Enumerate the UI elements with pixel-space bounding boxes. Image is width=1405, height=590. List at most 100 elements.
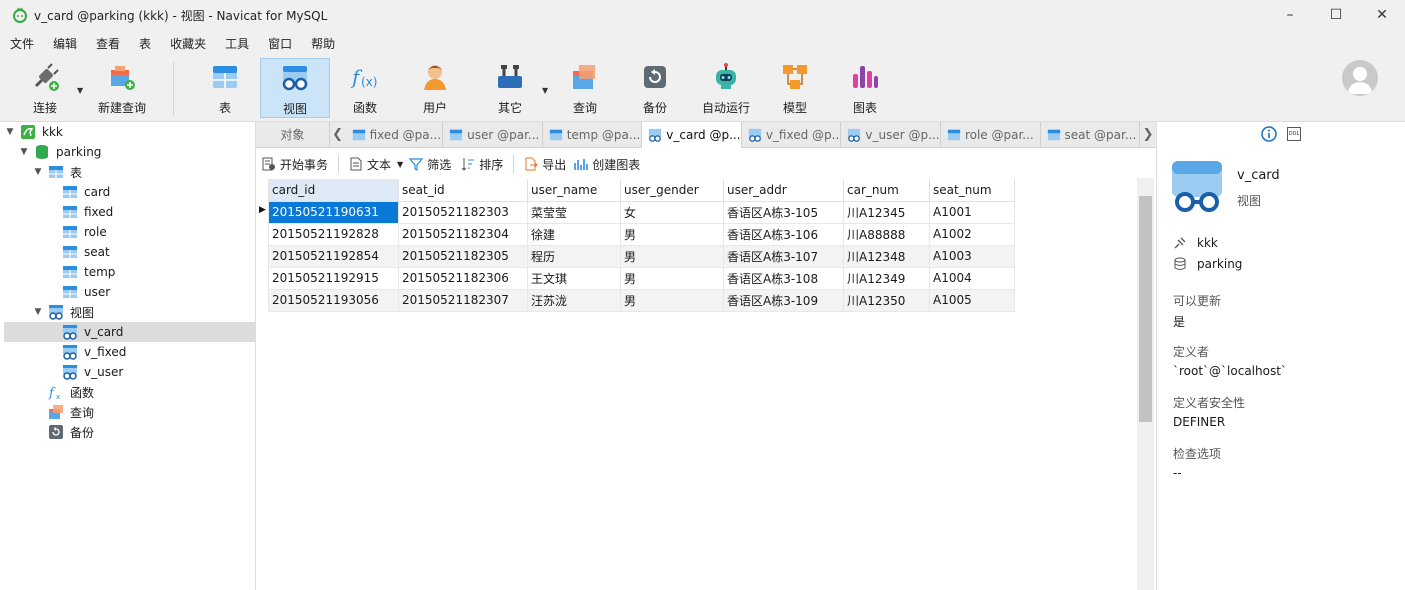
table-cell[interactable]: 川A12350 xyxy=(843,288,930,312)
table-cell[interactable]: 20150521190631 xyxy=(268,200,399,224)
table-cell[interactable]: 20150521182305 xyxy=(398,244,528,268)
table-row[interactable]: 20150521192854 20150521182305 程历 男 香语区A栋… xyxy=(268,244,1015,268)
scrollbar-thumb[interactable] xyxy=(1139,196,1152,422)
table-cell[interactable]: 菜莹莹 xyxy=(527,200,621,224)
user-avatar[interactable] xyxy=(1342,60,1378,96)
tab-scroll-left-icon[interactable]: ❮ xyxy=(330,122,346,148)
tab-user[interactable]: user @par... xyxy=(443,121,543,148)
tab-v-card[interactable]: v_card @p... xyxy=(642,121,742,148)
table-cell[interactable]: 20150521182303 xyxy=(398,200,528,224)
user-button[interactable]: 用户 xyxy=(410,58,460,118)
tree-view-v_user[interactable]: v_user xyxy=(62,362,123,382)
collapse-icon[interactable]: ▼ xyxy=(4,127,16,137)
menu-table[interactable]: 表 xyxy=(133,35,164,52)
tree-table-seat[interactable]: seat xyxy=(62,242,110,262)
connect-button[interactable]: 连接 xyxy=(18,58,72,118)
maximize-button[interactable]: ☐ xyxy=(1313,0,1359,30)
table-cell[interactable]: 男 xyxy=(620,222,724,246)
tab-objects[interactable]: 对象 xyxy=(256,121,330,148)
chart-button[interactable]: 图表 xyxy=(840,58,890,118)
other-button[interactable]: 其它 xyxy=(485,58,535,118)
table-cell[interactable]: 川A12345 xyxy=(843,200,930,224)
table-button[interactable]: 表 xyxy=(198,58,252,118)
table-cell[interactable]: 20150521182307 xyxy=(398,288,528,312)
tab-seat[interactable]: seat @par... xyxy=(1041,121,1141,148)
menu-file[interactable]: 文件 xyxy=(4,35,47,52)
text-dropdown-icon[interactable]: ▼ xyxy=(397,160,403,169)
begin-transaction-button[interactable]: 开始事务 xyxy=(262,156,328,173)
tab-v-user[interactable]: v_user @p... xyxy=(841,121,941,148)
table-cell[interactable]: 香语区A栋3-108 xyxy=(723,266,844,290)
tab-scroll-right-icon[interactable]: ❯ xyxy=(1140,122,1156,148)
tree-tables-group[interactable]: ▼ 表 xyxy=(32,162,82,182)
tree-table-card[interactable]: card xyxy=(62,182,110,202)
table-cell[interactable]: A1001 xyxy=(929,200,1015,224)
table-cell[interactable]: 20150521182304 xyxy=(398,222,528,246)
export-button[interactable]: 导出 xyxy=(524,156,566,173)
table-cell[interactable]: 男 xyxy=(620,266,724,290)
table-cell[interactable]: 20150521192915 xyxy=(268,266,399,290)
table-cell[interactable]: A1004 xyxy=(929,266,1015,290)
table-cell[interactable]: 女 xyxy=(620,200,724,224)
table-cell[interactable]: 程历 xyxy=(527,244,621,268)
close-button[interactable]: ✕ xyxy=(1359,0,1405,30)
tree-backups-group[interactable]: 备份 xyxy=(48,422,94,442)
tree-database-parking[interactable]: ▼ parking xyxy=(18,142,101,162)
table-cell[interactable]: 20150521193056 xyxy=(268,288,399,312)
other-dropdown-icon[interactable]: ▼ xyxy=(542,86,548,95)
tab-fixed[interactable]: fixed @pa... xyxy=(346,121,444,148)
info-icon[interactable] xyxy=(1261,126,1277,142)
tree-view-v_fixed[interactable]: v_fixed xyxy=(62,342,126,362)
tree-functions-group[interactable]: fx 函数 xyxy=(48,382,94,402)
table-cell[interactable]: 川A88888 xyxy=(843,222,930,246)
table-cell[interactable]: A1002 xyxy=(929,222,1015,246)
table-cell[interactable]: 男 xyxy=(620,244,724,268)
create-chart-button[interactable]: 创建图表 xyxy=(574,156,640,173)
menu-edit[interactable]: 编辑 xyxy=(47,35,90,52)
table-cell[interactable]: 香语区A栋3-105 xyxy=(723,200,844,224)
table-cell[interactable]: 徐建 xyxy=(527,222,621,246)
table-cell[interactable]: 20150521192854 xyxy=(268,244,399,268)
table-row[interactable]: 20150521192915 20150521182306 王文琪 男 香语区A… xyxy=(268,266,1015,290)
tree-queries-group[interactable]: 查询 xyxy=(48,402,94,422)
table-cell[interactable]: A1005 xyxy=(929,288,1015,312)
menu-favorites[interactable]: 收藏夹 xyxy=(164,35,219,52)
table-cell[interactable]: 王文琪 xyxy=(527,266,621,290)
table-cell[interactable]: 20150521192828 xyxy=(268,222,399,246)
vertical-scrollbar[interactable] xyxy=(1137,178,1154,590)
table-cell[interactable]: 川A12348 xyxy=(843,244,930,268)
menu-view[interactable]: 查看 xyxy=(90,35,133,52)
table-cell[interactable]: 汪苏泷 xyxy=(527,288,621,312)
tab-v-fixed[interactable]: v_fixed @p... xyxy=(742,121,842,148)
ddl-button[interactable]: DDL xyxy=(1287,127,1301,141)
collapse-icon[interactable]: ▼ xyxy=(32,167,44,177)
column-header-seat-num[interactable]: seat_num xyxy=(929,179,1015,202)
connect-dropdown-icon[interactable]: ▼ xyxy=(77,86,83,95)
column-header-user-addr[interactable]: user_addr xyxy=(723,179,844,202)
table-cell[interactable]: A1003 xyxy=(929,244,1015,268)
table-row[interactable]: 20150521190631 20150521182303 菜莹莹 女 香语区A… xyxy=(268,200,1015,224)
backup-button[interactable]: 备份 xyxy=(630,58,680,118)
tree-table-fixed[interactable]: fixed xyxy=(62,202,113,222)
table-cell[interactable]: 香语区A栋3-109 xyxy=(723,288,844,312)
column-header-user-gender[interactable]: user_gender xyxy=(620,179,724,202)
column-header-car-num[interactable]: car_num xyxy=(843,179,930,202)
menu-tools[interactable]: 工具 xyxy=(219,35,262,52)
tree-table-role[interactable]: role xyxy=(62,222,107,242)
table-cell[interactable]: 20150521182306 xyxy=(398,266,528,290)
query-button[interactable]: 查询 xyxy=(560,58,610,118)
minimize-button[interactable]: – xyxy=(1267,0,1313,30)
tree-views-group[interactable]: ▼ 视图 xyxy=(32,302,94,322)
tree-view-v_card[interactable]: v_card xyxy=(62,322,123,342)
sort-button[interactable]: 排序 xyxy=(461,156,503,173)
menu-help[interactable]: 帮助 xyxy=(305,35,348,52)
tab-role[interactable]: role @par... xyxy=(941,121,1041,148)
filter-button[interactable]: 筛选 xyxy=(409,156,451,173)
tree-table-temp[interactable]: temp xyxy=(62,262,115,282)
table-cell[interactable]: 川A12349 xyxy=(843,266,930,290)
text-button[interactable]: 文本 ▼ xyxy=(349,156,403,173)
table-cell[interactable]: 香语区A栋3-107 xyxy=(723,244,844,268)
column-header-user-name[interactable]: user_name xyxy=(527,179,621,202)
menu-window[interactable]: 窗口 xyxy=(262,35,305,52)
tree-connection-kkk[interactable]: ▼ kkk xyxy=(4,122,63,142)
